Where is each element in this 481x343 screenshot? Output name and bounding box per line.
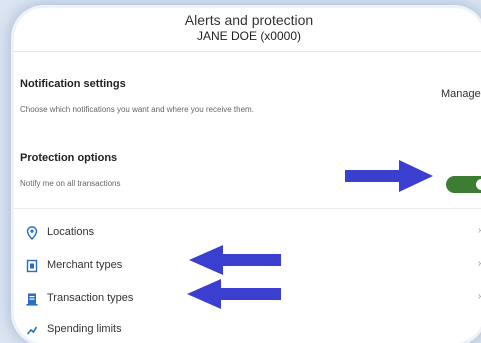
account-name: JANE DOE (x0000) [196, 29, 302, 43]
app-window: Alerts and protection JANE DOE (x0000) N… [14, 8, 481, 343]
list-item-label: Spending limits [47, 323, 122, 335]
merchant-icon [26, 259, 38, 273]
list-item-label: Merchant types [47, 259, 123, 271]
transaction-icon [26, 293, 38, 306]
arrow-left-icon [187, 279, 281, 309]
manage-link[interactable]: Manage [441, 88, 481, 100]
location-pin-icon [26, 226, 38, 240]
spending-limit-icon [26, 326, 38, 335]
notify-all-transactions-toggle[interactable] [446, 176, 481, 193]
list-item-label: Transaction types [47, 292, 134, 304]
list-item-spending-limits[interactable]: Spending limits [14, 318, 481, 343]
arrow-left-icon [189, 245, 281, 275]
options-divider [14, 208, 481, 209]
list-item-label: Locations [47, 226, 95, 238]
page-title: Alerts and protection [184, 12, 314, 28]
header-divider [14, 51, 481, 52]
notification-settings-title: Notification settings [20, 78, 126, 90]
notify-all-transactions-label: Notify me on all transactions [20, 179, 121, 188]
page-header: Alerts and protection JANE DOE (x0000) [14, 8, 481, 48]
toggle-knob [476, 179, 481, 190]
notification-settings-description: Choose which notifications you want and … [20, 105, 254, 114]
protection-options-title: Protection options [20, 152, 118, 164]
arrow-right-icon [345, 160, 433, 192]
